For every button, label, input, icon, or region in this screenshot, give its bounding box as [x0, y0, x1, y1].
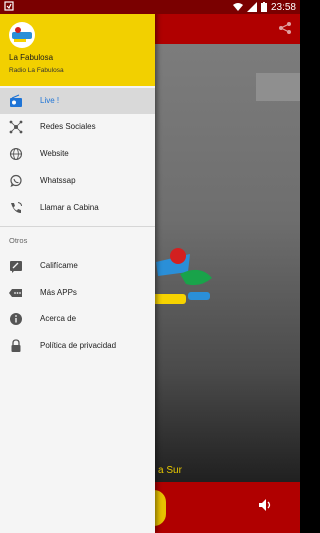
battery-icon [260, 2, 267, 12]
volume-icon[interactable] [258, 498, 272, 512]
station-logo-icon [12, 27, 32, 42]
notification-icon [4, 1, 14, 11]
menu-item-label: Live ! [40, 96, 60, 105]
share-icon[interactable] [278, 21, 292, 35]
menu-item-mas-apps[interactable]: Más APPs [0, 280, 155, 306]
menu-item-whatsapp[interactable]: Whatssap [0, 168, 155, 194]
drawer-title: La Fabulosa [9, 53, 54, 62]
menu-item-label: Más APPs [40, 288, 77, 297]
avatar [9, 22, 35, 48]
menu-item-label: Website [40, 149, 69, 158]
signal-icon [246, 2, 257, 12]
drawer-divider [0, 226, 155, 227]
rate-icon [10, 261, 22, 273]
menu-item-calificame[interactable]: Califícame [0, 253, 155, 279]
menu-item-label: Acerca de [40, 314, 77, 323]
more-apps-icon [9, 289, 22, 297]
menu-item-label: Whatssap [40, 176, 76, 185]
lock-icon [11, 339, 21, 352]
radio-icon [10, 94, 22, 107]
menu-item-label: Califícame [40, 261, 78, 270]
menu-item-llamar-a-cabina[interactable]: Llamar a Cabina [0, 195, 155, 221]
menu-item-politica-de-privacidad[interactable]: Política de privacidad [0, 333, 155, 359]
network-icon [9, 120, 23, 134]
menu-item-label: Llamar a Cabina [40, 203, 99, 212]
menu-item-acerca-de[interactable]: Acerca de [0, 306, 155, 332]
player-caption: a Sur [158, 465, 182, 476]
status-bar: 23:58 [0, 0, 300, 14]
globe-icon [9, 147, 23, 161]
whatsapp-icon [10, 174, 22, 187]
station-logo [152, 248, 212, 304]
menu-item-website[interactable]: Website [0, 141, 155, 167]
section-header-otros: Otros [9, 236, 28, 245]
menu-item-label: Política de privacidad [40, 341, 117, 350]
player-banner [256, 73, 300, 101]
menu-item-live[interactable]: Live ! [0, 88, 155, 114]
phone-icon [11, 202, 22, 213]
wifi-icon [232, 3, 243, 11]
drawer-subtitle: Radio La Fabulosa [9, 67, 64, 74]
menu-item-label: Redes Sociales [40, 122, 96, 131]
info-icon [10, 313, 22, 325]
menu-item-redes-sociales[interactable]: Redes Sociales [0, 114, 155, 140]
navigation-drawer: La Fabulosa Radio La Fabulosa Live ! Red… [0, 0, 155, 533]
status-time: 23:58 [270, 1, 296, 13]
